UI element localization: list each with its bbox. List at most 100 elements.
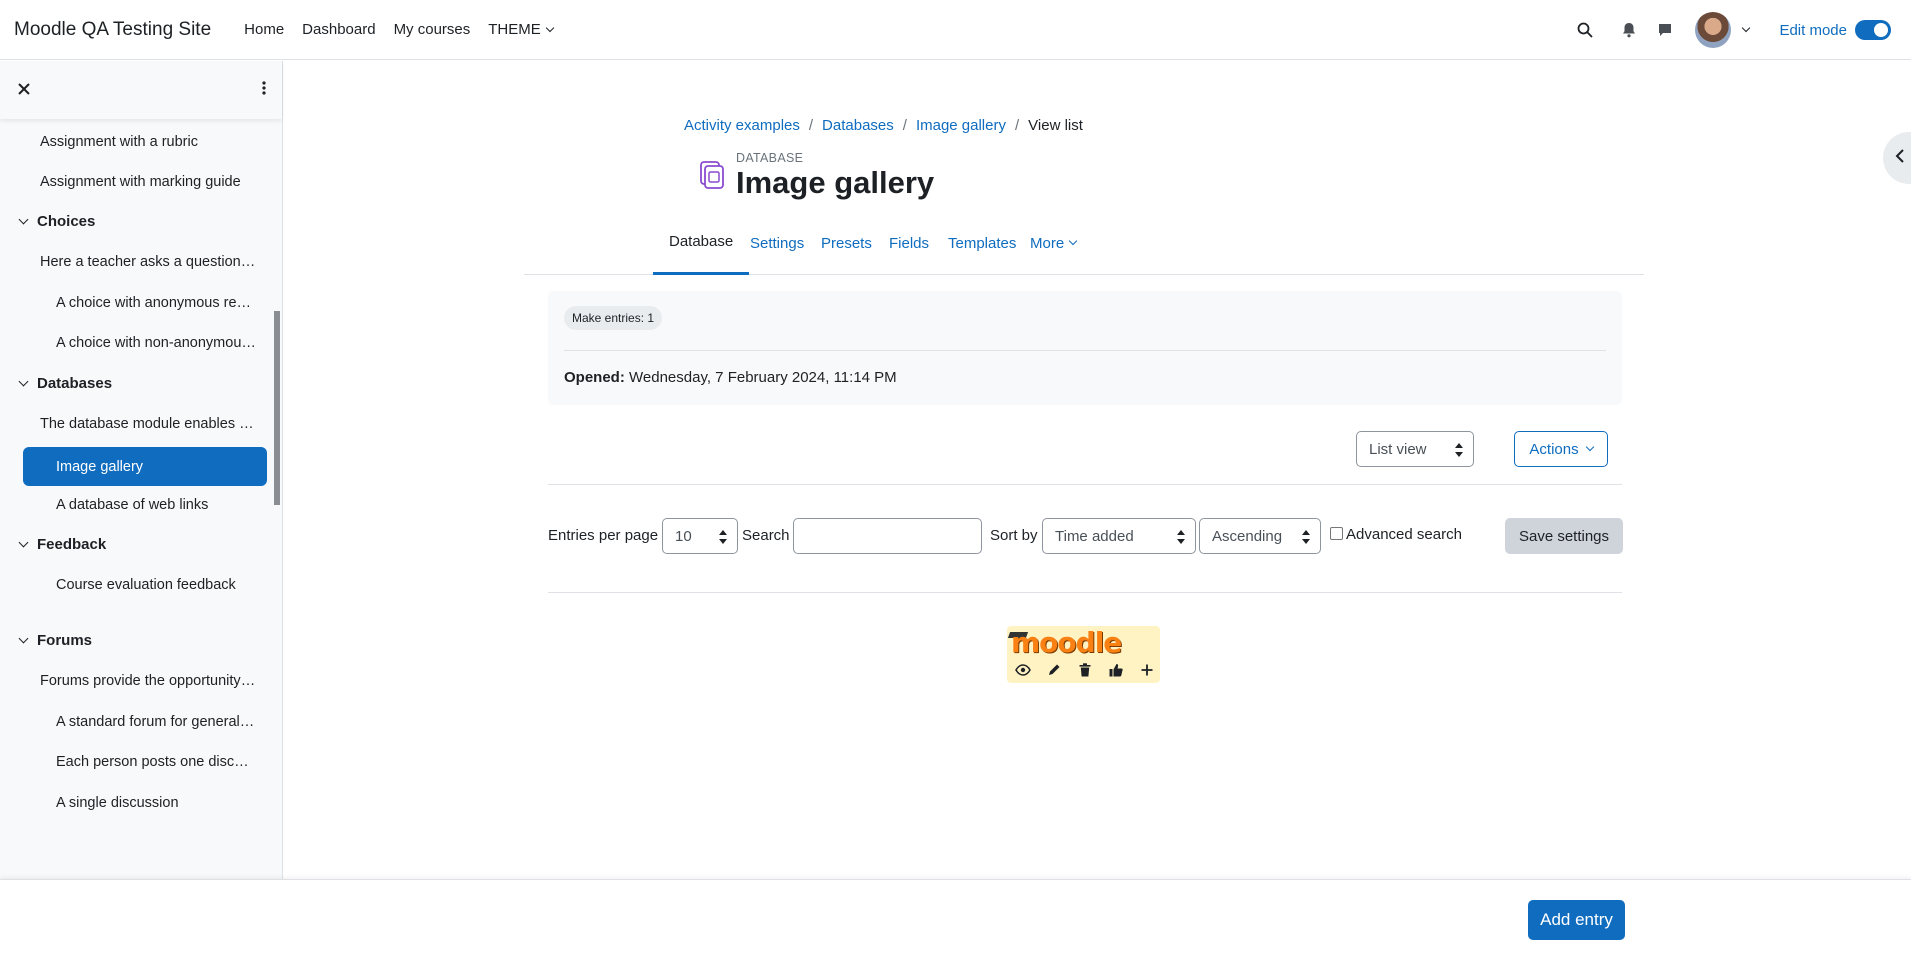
breadcrumb-current: View list <box>1028 117 1083 134</box>
divider <box>548 592 1622 593</box>
drawer-body: Assignment with a rubric Assignment with… <box>0 119 282 879</box>
tab-more[interactable]: More <box>1030 211 1078 275</box>
sort-by-select[interactable]: Time added <box>1042 518 1196 554</box>
section-label: Databases <box>37 375 113 392</box>
save-settings-button[interactable]: Save settings <box>1505 518 1623 554</box>
breadcrumb: Activity examples / Databases / Image ga… <box>684 117 1083 134</box>
nav-home[interactable]: Home <box>244 21 284 38</box>
view-mode-value: List view <box>1369 440 1427 458</box>
tab-templates[interactable]: Templates <box>948 211 1016 275</box>
entry-actions <box>1007 660 1162 680</box>
sticky-footer: Add entry <box>0 879 1911 955</box>
opened-label: Opened: <box>564 369 625 386</box>
tab-presets[interactable]: Presets <box>821 211 872 275</box>
delete-trash-icon[interactable] <box>1069 660 1100 680</box>
breadcrumb-separator: / <box>1014 117 1020 134</box>
drawer-scrollbar[interactable] <box>274 311 280 505</box>
divider <box>564 350 1606 351</box>
select-arrows-icon <box>719 530 727 544</box>
nav-dashboard[interactable]: Dashboard <box>302 21 375 38</box>
advanced-search-label[interactable]: Advanced search <box>1346 526 1462 543</box>
page-title: Image gallery <box>736 165 935 200</box>
tab-fields[interactable]: Fields <box>889 211 929 275</box>
avatar[interactable] <box>1695 12 1732 48</box>
secondary-navigation: Database Settings Presets Fields Templat… <box>524 211 1644 275</box>
course-index-section[interactable]: Forums <box>18 632 93 649</box>
course-index-section[interactable]: Databases <box>18 375 113 392</box>
actions-label: Actions <box>1529 440 1579 458</box>
add-plus-icon[interactable] <box>1131 660 1162 680</box>
course-index-item[interactable]: Assignment with a rubric <box>40 134 256 150</box>
more-options-icon[interactable] <box>262 81 266 99</box>
entries-per-page-select[interactable]: 10 <box>662 518 738 554</box>
approve-thumbs-up-icon[interactable] <box>1100 660 1131 680</box>
course-index-item[interactable]: Course evaluation feedback <box>56 577 256 593</box>
section-label: Forums <box>37 632 93 649</box>
advanced-search-checkbox[interactable] <box>1330 527 1343 540</box>
view-icon[interactable] <box>1007 660 1038 680</box>
completion-badge: Make entries: 1 <box>564 306 663 330</box>
breadcrumb-image-gallery[interactable]: Image gallery <box>916 117 1006 134</box>
breadcrumb-databases[interactable]: Databases <box>822 117 894 134</box>
course-index-section[interactable]: Choices <box>18 213 96 230</box>
tab-more-label: More <box>1030 234 1065 252</box>
course-index-item-active[interactable]: Image gallery <box>23 447 267 486</box>
activity-type-label: DATABASE <box>736 151 804 165</box>
course-index-item[interactable]: A single discussion <box>56 795 256 811</box>
breadcrumb-separator: / <box>902 117 907 134</box>
course-index-item[interactable]: A choice with non-anonymous results <box>56 335 256 351</box>
course-index-drawer: Assignment with a rubric Assignment with… <box>0 61 283 879</box>
breadcrumb-separator: / <box>808 117 814 134</box>
block-drawer-toggle[interactable] <box>1883 132 1911 184</box>
chevron-down-icon <box>18 376 29 387</box>
search-input[interactable] <box>793 518 982 554</box>
edit-pencil-icon[interactable] <box>1038 660 1069 680</box>
drawer-header <box>0 61 282 119</box>
course-index-item[interactable]: A standard forum for general use <box>56 714 256 730</box>
actions-dropdown-button[interactable]: Actions <box>1514 431 1608 467</box>
select-arrows-icon <box>1455 443 1463 457</box>
opened-date: Opened: Wednesday, 7 February 2024, 11:1… <box>564 369 897 386</box>
chevron-down-icon <box>18 633 29 644</box>
tab-database[interactable]: Database <box>653 211 750 275</box>
bell-icon[interactable] <box>1611 12 1647 48</box>
edit-mode-toggle[interactable] <box>1855 20 1891 40</box>
entries-per-page-label: Entries per page <box>548 527 659 544</box>
primary-nav: Home Dashboard My courses THEME <box>244 21 571 38</box>
nav-my-courses[interactable]: My courses <box>394 21 471 38</box>
select-arrows-icon <box>1177 530 1185 544</box>
close-drawer-icon[interactable] <box>18 82 30 99</box>
course-index-item[interactable]: A choice with anonymous results <box>56 295 256 311</box>
chevron-down-icon <box>18 537 29 548</box>
add-entry-button[interactable]: Add entry <box>1528 900 1625 940</box>
course-index-section[interactable]: Feedback <box>18 536 107 553</box>
search-icon[interactable] <box>1567 12 1603 48</box>
edit-mode-label: Edit mode <box>1779 21 1847 39</box>
top-navbar: Moodle QA Testing Site Home Dashboard My… <box>0 0 1911 60</box>
section-label: Feedback <box>37 536 107 553</box>
user-menu-chevron-icon[interactable] <box>1742 23 1751 33</box>
section-label: Choices <box>37 213 96 230</box>
course-index-item[interactable]: Forums provide the opportunity for discu… <box>40 673 256 689</box>
sort-order-select[interactable]: Ascending <box>1199 518 1321 554</box>
course-index-item[interactable]: Assignment with marking guide <box>40 174 256 190</box>
chevron-down-icon <box>545 23 554 32</box>
course-index-item[interactable]: Each person posts one discussion <box>56 754 256 770</box>
breadcrumb-activity-examples[interactable]: Activity examples <box>684 117 800 134</box>
select-arrows-icon <box>1302 530 1310 544</box>
course-index-item[interactable]: A database of web links <box>56 497 256 513</box>
divider <box>548 484 1622 485</box>
nav-theme[interactable]: THEME <box>488 21 554 38</box>
sort-by-label: Sort by <box>990 527 1038 544</box>
chevron-down-icon <box>1585 442 1594 452</box>
course-index-item[interactable]: Here a teacher asks a question and speci… <box>40 254 256 270</box>
messages-icon[interactable] <box>1647 12 1683 48</box>
view-mode-select[interactable]: List view <box>1356 431 1474 467</box>
edit-mode-switch[interactable]: Edit mode <box>1779 20 1891 40</box>
course-index-item[interactable]: The database module enables participants… <box>40 416 256 432</box>
chevron-down-icon <box>18 214 29 225</box>
site-brand[interactable]: Moodle QA Testing Site <box>14 19 211 41</box>
database-entry: moodle <box>1007 626 1160 683</box>
main-content: Activity examples / Databases / Image ga… <box>283 61 1911 924</box>
tab-settings[interactable]: Settings <box>750 211 804 275</box>
